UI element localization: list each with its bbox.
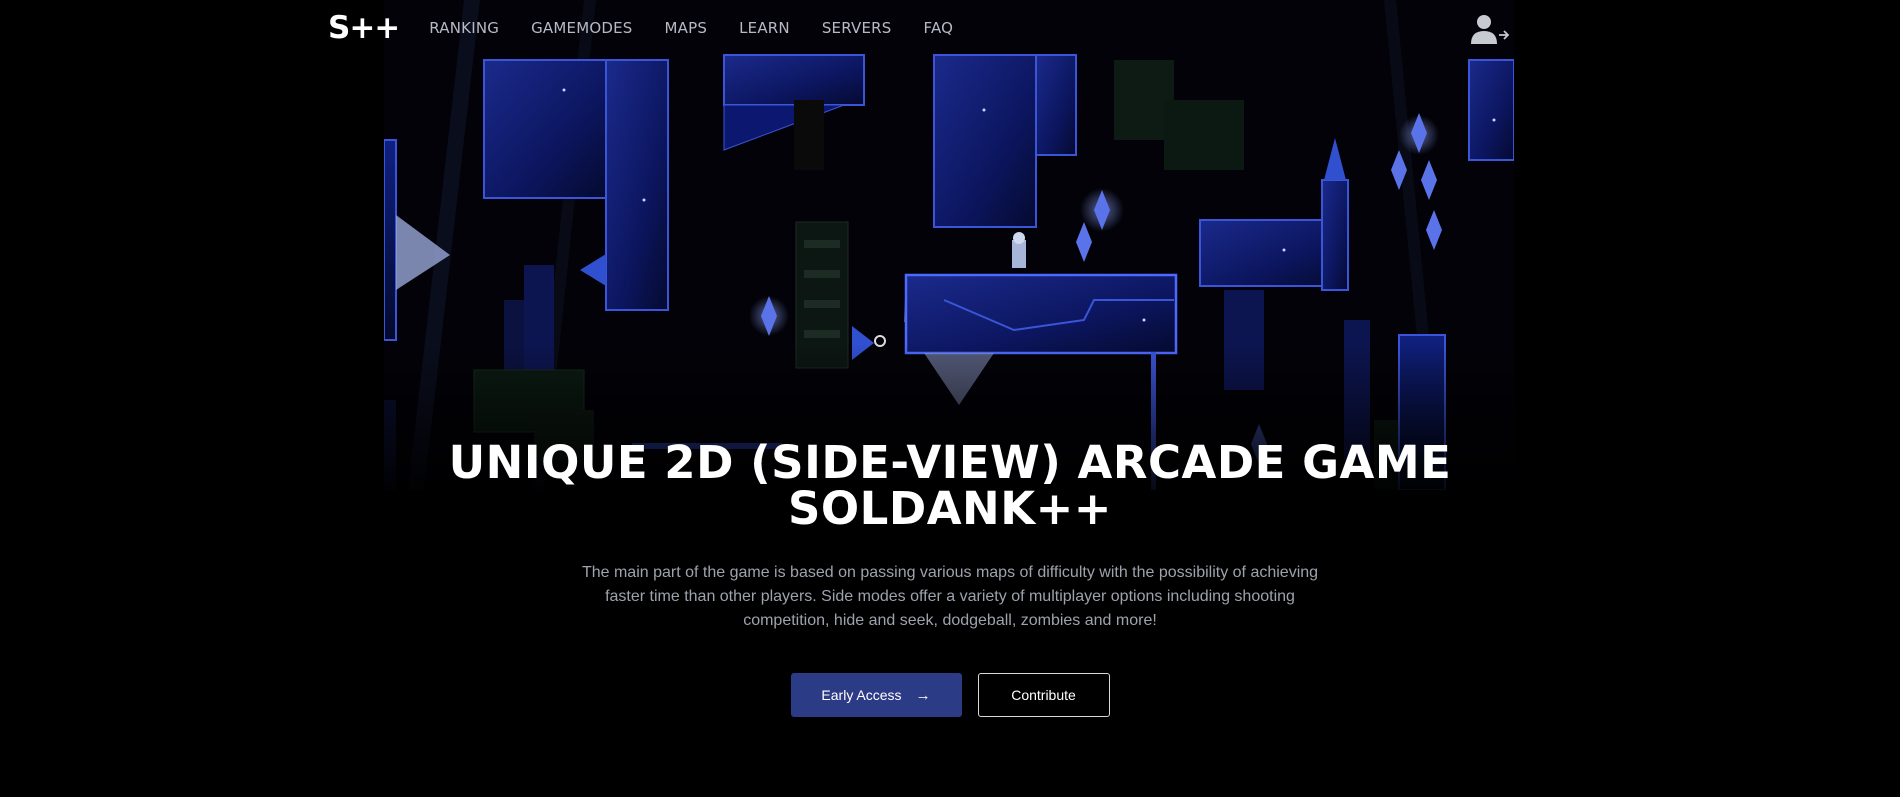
hero-title-line2: SOLDANK++ [788,482,1112,535]
top-navbar: S++ RANKING GAMEMODES MAPS LEARN SERVERS… [328,0,1512,56]
user-login-icon[interactable] [1470,12,1512,48]
nav-links: RANKING GAMEMODES MAPS LEARN SERVERS FAQ [429,19,953,37]
nav-link-gamemodes[interactable]: GAMEMODES [531,19,632,37]
nav-link-maps[interactable]: MAPS [665,19,708,37]
nav-link-servers[interactable]: SERVERS [822,19,892,37]
nav-link-faq[interactable]: FAQ [924,19,954,37]
hero-game-screenshot [384,0,1514,490]
site-logo[interactable]: S++ [328,12,400,44]
arrow-right-icon: → [915,686,931,704]
early-access-label: Early Access [821,687,902,703]
hero-actions: Early Access → Contribute [0,673,1900,717]
contribute-button[interactable]: Contribute [977,673,1110,717]
hero-title: UNIQUE 2D (SIDE-VIEW) ARCADE GAME SOLDAN… [0,440,1900,532]
hero-description: The main part of the game is based on pa… [581,564,1319,629]
early-access-button[interactable]: Early Access → [790,673,962,717]
nav-link-learn[interactable]: LEARN [739,19,790,37]
nav-link-ranking[interactable]: RANKING [429,19,499,37]
